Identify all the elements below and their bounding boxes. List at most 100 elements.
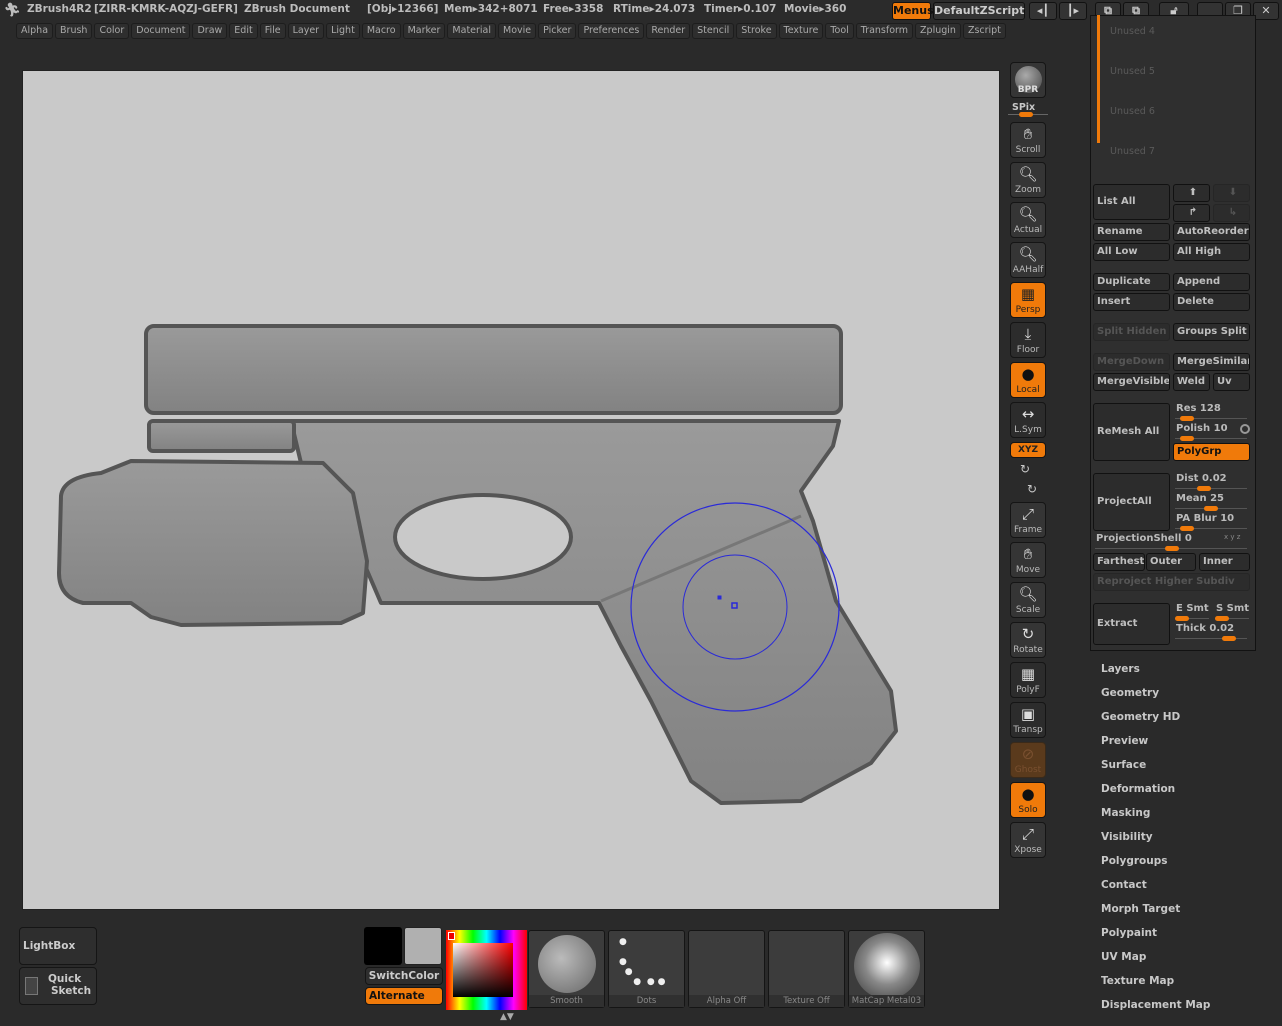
polyf-button[interactable]: ▦ PolyF	[1010, 662, 1046, 698]
move-up-icon[interactable]: ⬆	[1173, 184, 1210, 202]
autoreorder-button[interactable]: AutoReorder	[1173, 223, 1250, 241]
reproject-higher-subdiv-button[interactable]: Reproject Higher Subdiv	[1093, 573, 1250, 591]
arrow-turn-right-icon[interactable]: ↱	[1173, 204, 1210, 222]
list-all-button[interactable]: List All	[1093, 184, 1170, 220]
subpalette-layers[interactable]: Layers	[1101, 663, 1140, 675]
secondary-color-swatch[interactable]	[404, 927, 442, 965]
merge-down-button[interactable]: MergeDown	[1093, 353, 1170, 371]
subpalette-deformation[interactable]: Deformation	[1101, 783, 1175, 795]
menu-stroke[interactable]: Stroke	[736, 23, 777, 39]
xyz-axis-icon[interactable]: x y z	[1224, 533, 1240, 541]
menu-movie[interactable]: Movie	[498, 23, 537, 39]
menu-preferences[interactable]: Preferences	[578, 23, 645, 39]
expand-ui-icon[interactable]: ┃▸	[1059, 2, 1087, 20]
menus-button[interactable]: Menus	[892, 2, 934, 20]
alternate-button[interactable]: Alternate	[365, 987, 443, 1005]
quick-sketch-button[interactable]: Quick Sketch	[19, 967, 97, 1005]
close-icon[interactable]: ✕	[1253, 2, 1279, 20]
groups-split-button[interactable]: Groups Split	[1173, 323, 1250, 341]
subpalette-visibility[interactable]: Visibility	[1101, 831, 1153, 843]
ghost-button[interactable]: ⊘ Ghost	[1010, 742, 1046, 778]
polish-circle-icon[interactable]	[1240, 424, 1250, 434]
rotate-y-icon[interactable]: ↻	[1020, 462, 1030, 476]
menu-render[interactable]: Render	[646, 23, 691, 39]
rename-button[interactable]: Rename	[1093, 223, 1170, 241]
pa-blur-knob[interactable]	[1180, 526, 1194, 531]
menu-light[interactable]: Light	[326, 23, 360, 39]
polish-knob[interactable]	[1180, 436, 1194, 441]
brush-thumbnail[interactable]: Smooth	[528, 930, 605, 1008]
menu-marker[interactable]: Marker	[402, 23, 446, 39]
subpalette-polygroups[interactable]: Polygroups	[1101, 855, 1168, 867]
subpalette-morph-target[interactable]: Morph Target	[1101, 903, 1180, 915]
merge-similar-button[interactable]: MergeSimilar	[1173, 353, 1250, 371]
shrink-ui-icon[interactable]: ◂┃	[1029, 2, 1057, 20]
bpr-button[interactable]: BPR	[1010, 62, 1046, 98]
subtool-item[interactable]: Unused 6	[1110, 106, 1155, 117]
weld-button[interactable]: Weld	[1173, 373, 1210, 391]
rotate-button[interactable]: ↻ Rotate	[1010, 622, 1046, 658]
scale-button[interactable]: 🔍︎ Scale	[1010, 582, 1046, 618]
menu-edit[interactable]: Edit	[229, 23, 258, 39]
menu-layer[interactable]: Layer	[287, 23, 325, 39]
split-hidden-button[interactable]: Split Hidden	[1093, 323, 1170, 341]
switch-color-button[interactable]: SwitchColor	[365, 967, 443, 985]
hue-marker[interactable]	[448, 932, 455, 940]
menu-file[interactable]: File	[259, 23, 286, 39]
menu-zscript[interactable]: Zscript	[962, 23, 1006, 39]
frame-button[interactable]: ⤢ Frame	[1010, 502, 1046, 538]
menu-texture[interactable]: Texture	[778, 23, 824, 39]
project-all-button[interactable]: ProjectAll	[1093, 473, 1170, 531]
xpose-button[interactable]: ⤢ Xpose	[1010, 822, 1046, 858]
primary-color-swatch[interactable]	[364, 927, 402, 965]
menu-color[interactable]: Color	[94, 23, 130, 39]
color-picker[interactable]	[446, 930, 527, 1010]
solo-button[interactable]: ● Solo	[1010, 782, 1046, 818]
menu-transform[interactable]: Transform	[855, 23, 914, 39]
append-button[interactable]: Append	[1173, 273, 1250, 291]
subpalette-geometry[interactable]: Geometry	[1101, 687, 1159, 699]
menu-tool[interactable]: Tool	[825, 23, 854, 39]
aahalf-button[interactable]: 🔍︎ AAHalf	[1010, 242, 1046, 278]
mean-knob[interactable]	[1204, 506, 1218, 511]
dist-knob[interactable]	[1197, 486, 1211, 491]
subpalette-preview[interactable]: Preview	[1101, 735, 1148, 747]
actual-button[interactable]: 🔍︎ Actual	[1010, 202, 1046, 238]
canvas-viewport[interactable]	[22, 70, 1000, 910]
menu-zplugin[interactable]: Zplugin	[915, 23, 961, 39]
material-thumbnail[interactable]: MatCap Metal03	[848, 930, 925, 1008]
uv-button[interactable]: Uv	[1213, 373, 1250, 391]
rotate-z-icon[interactable]: ↻	[1027, 482, 1037, 496]
remesh-all-button[interactable]: ReMesh All	[1093, 403, 1170, 461]
subtool-item[interactable]: Unused 7	[1110, 146, 1155, 157]
floor-button[interactable]: ⤓ Floor	[1010, 322, 1046, 358]
menu-macro[interactable]: Macro	[361, 23, 401, 39]
default-zscript-button[interactable]: DefaultZScript	[933, 2, 1025, 20]
subpalette-uv-map[interactable]: UV Map	[1101, 951, 1146, 963]
insert-button[interactable]: Insert	[1093, 293, 1170, 311]
texture-thumbnail[interactable]: Texture Off	[768, 930, 845, 1008]
s-smt-knob[interactable]	[1215, 616, 1229, 621]
xyz-button[interactable]: XYZ	[1010, 442, 1046, 458]
projection-shell-knob[interactable]	[1165, 546, 1179, 551]
move-down-icon[interactable]: ⬇	[1213, 184, 1250, 202]
duplicate-button[interactable]: Duplicate	[1093, 273, 1170, 291]
subpalette-surface[interactable]: Surface	[1101, 759, 1146, 771]
merge-visible-button[interactable]: MergeVisible	[1093, 373, 1170, 391]
menu-picker[interactable]: Picker	[538, 23, 577, 39]
zoom-button[interactable]: 🔍︎ Zoom	[1010, 162, 1046, 198]
menu-brush[interactable]: Brush	[55, 23, 93, 39]
polygrp-toggle[interactable]: PolyGrp	[1173, 443, 1250, 461]
transp-button[interactable]: ▣ Transp	[1010, 702, 1046, 738]
menu-stencil[interactable]: Stencil	[692, 23, 735, 39]
res-knob[interactable]	[1180, 416, 1194, 421]
dist-slider[interactable]	[1175, 488, 1247, 489]
alpha-thumbnail[interactable]: Alpha Off	[688, 930, 765, 1008]
menu-document[interactable]: Document	[131, 23, 191, 39]
scroll-button[interactable]: ✋︎ Scroll	[1010, 122, 1046, 158]
spix-knob[interactable]	[1019, 112, 1033, 117]
local-button[interactable]: ● Local	[1010, 362, 1046, 398]
delete-button[interactable]: Delete	[1173, 293, 1250, 311]
shelf-toggle-icon[interactable]: ▲▼	[500, 1012, 514, 1022]
subpalette-displacement-map[interactable]: Displacement Map	[1101, 999, 1210, 1011]
